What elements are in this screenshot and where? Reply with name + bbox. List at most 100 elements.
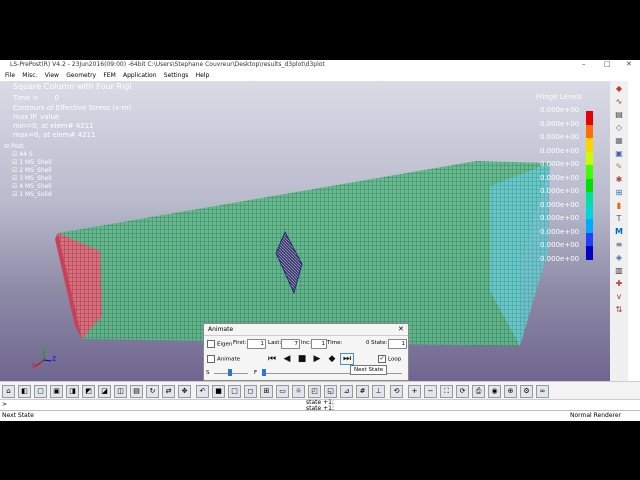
console-prompt: > xyxy=(2,401,8,408)
part-item[interactable]: ☑ 1 MS_Shell xyxy=(4,159,52,167)
dialog-close-button[interactable]: ✕ xyxy=(398,325,404,333)
tool-icon[interactable]: ✎ xyxy=(612,161,626,173)
close-button[interactable]: ✕ xyxy=(626,60,632,68)
first-field[interactable]: 1 xyxy=(247,339,266,349)
fit-icon[interactable]: ⛶ xyxy=(440,385,453,398)
normals-icon[interactable]: ⊿ xyxy=(340,385,353,398)
menu-settings[interactable]: Settings xyxy=(164,71,189,81)
label-icon[interactable]: # xyxy=(356,385,369,398)
prev-state-button[interactable]: ◀ xyxy=(281,354,293,364)
bottom-toolbar: ⌂ ◧ ▢ ▣ ◨ ◩ ◪ ◫ ▤ ↻ ⇄ ✥ ↶ ■ □ ◻ ⊞ ▭ ☼ ◰ … xyxy=(0,381,640,400)
pan-icon[interactable]: ✥ xyxy=(178,385,191,398)
speed-slider-handle[interactable] xyxy=(228,369,232,376)
fringe-swatch xyxy=(586,151,593,165)
reset-icon[interactable]: ⟲ xyxy=(390,385,403,398)
loop-check[interactable]: ✓ xyxy=(378,355,386,363)
minimize-button[interactable]: – xyxy=(582,60,586,68)
first-state-button[interactable]: ⏮ xyxy=(266,354,278,364)
side-view-icon[interactable]: ◨ xyxy=(66,385,79,398)
part-item[interactable]: ☑ 44 S xyxy=(4,151,52,159)
iso-view-icon[interactable]: ◧ xyxy=(18,385,31,398)
min-value-label: min=0, at elem# 4211 xyxy=(13,122,94,130)
eigen-checkbox[interactable]: Eigen xyxy=(207,340,232,348)
top-view-icon[interactable]: ▣ xyxy=(50,385,63,398)
time-value: 0 xyxy=(54,94,59,102)
star-icon[interactable]: ✱ xyxy=(612,174,626,186)
animate-checkbox[interactable]: Animate xyxy=(207,355,240,363)
state-field[interactable]: 1 xyxy=(388,339,407,349)
vertical-scrollbar[interactable] xyxy=(628,81,640,381)
front-view-icon[interactable]: ▢ xyxy=(34,385,47,398)
print-icon[interactable]: ⎙ xyxy=(472,385,485,398)
home-icon[interactable]: ⌂ xyxy=(2,385,15,398)
model-icon[interactable]: ◆ xyxy=(612,83,626,95)
layers-icon[interactable]: ≡ xyxy=(612,239,626,251)
refresh-icon[interactable]: ⟳ xyxy=(456,385,469,398)
fringe-icon[interactable]: ▮ xyxy=(612,200,626,212)
box-icon[interactable]: ▣ xyxy=(612,148,626,160)
state-slider-handle[interactable] xyxy=(262,369,266,376)
globe-icon[interactable]: ⊕ xyxy=(504,385,517,398)
maximize-button[interactable]: □ xyxy=(604,60,611,68)
undo-icon[interactable]: ↶ xyxy=(196,385,209,398)
settings-icon[interactable]: ⚙ xyxy=(520,385,533,398)
camera-icon[interactable]: ◉ xyxy=(488,385,501,398)
part-item-label: 3 MS_Shell xyxy=(19,175,52,182)
inc-field[interactable]: 1 xyxy=(311,339,327,349)
shape-icon[interactable]: ◇ xyxy=(612,122,626,134)
menu-application[interactable]: Application xyxy=(123,71,157,81)
curve-icon[interactable]: ∿ xyxy=(612,96,626,108)
fringe-value: 0.000e+00 xyxy=(540,146,580,155)
mesh-toggle-icon[interactable]: ⊞ xyxy=(260,385,273,398)
edge-icon[interactable]: ▭ xyxy=(276,385,289,398)
part-tree-root[interactable]: ⊟ Post xyxy=(4,143,52,151)
menu-geometry[interactable]: Geometry xyxy=(66,71,96,81)
light-icon[interactable]: ☼ xyxy=(292,385,305,398)
right-view-icon[interactable]: ◪ xyxy=(98,385,111,398)
inc-label: Inc: xyxy=(301,340,311,346)
menu-misc[interactable]: Misc. xyxy=(22,71,37,81)
bounce-button[interactable]: ◆ xyxy=(326,354,338,364)
hidden-icon[interactable]: ◻ xyxy=(244,385,257,398)
ms-icon[interactable]: M xyxy=(612,226,626,238)
menu-file[interactable]: File xyxy=(5,71,15,81)
stop-button[interactable]: ■ xyxy=(296,354,308,364)
animate-check[interactable] xyxy=(207,355,215,363)
mesh-icon[interactable]: ⊞ xyxy=(612,187,626,199)
vector-icon[interactable]: v xyxy=(612,291,626,303)
shrink-icon[interactable]: ◱ xyxy=(324,385,337,398)
menu-fem[interactable]: FEM xyxy=(103,71,115,81)
rotate-icon[interactable]: ↻ xyxy=(146,385,159,398)
mirror-icon[interactable]: ⇄ xyxy=(162,385,175,398)
link-icon[interactable]: ∞ xyxy=(536,385,549,398)
back-view-icon[interactable]: ◫ xyxy=(114,385,127,398)
wire-icon[interactable]: □ xyxy=(228,385,241,398)
zoom-in-icon[interactable]: + xyxy=(408,385,421,398)
table-icon[interactable]: ▥ xyxy=(612,265,626,277)
menu-help[interactable]: Help xyxy=(196,71,210,81)
feature-icon[interactable]: ◰ xyxy=(308,385,321,398)
play-button[interactable]: ▶ xyxy=(311,354,323,364)
ruler-icon[interactable]: ⊥ xyxy=(372,385,385,398)
part-item[interactable]: ☑ 4 MS_Shell xyxy=(4,183,52,191)
part-icon[interactable]: ◈ xyxy=(612,252,626,264)
part-item[interactable]: ☑ 3 MS_Shell xyxy=(4,175,52,183)
sign-icon[interactable]: ▤ xyxy=(612,109,626,121)
bottom-view-icon[interactable]: ▤ xyxy=(130,385,143,398)
last-field[interactable]: 7 xyxy=(281,339,300,349)
left-view-icon[interactable]: ◩ xyxy=(82,385,95,398)
part-item[interactable]: ☑ 1 MS_Solid xyxy=(4,191,52,199)
zoom-out-icon[interactable]: − xyxy=(424,385,437,398)
part-item[interactable]: ☑ 2 MS_Shell xyxy=(4,167,52,175)
loop-checkbox[interactable]: ✓ Loop xyxy=(378,355,401,363)
arrow-icon[interactable]: ⇅ xyxy=(612,304,626,316)
eigen-check[interactable] xyxy=(207,340,215,348)
fringe-swatch xyxy=(586,124,593,138)
shaded-icon[interactable]: ■ xyxy=(212,385,225,398)
grid-icon[interactable]: ▦ xyxy=(612,135,626,147)
menu-view[interactable]: View xyxy=(45,71,59,81)
part-item-label: 44 S xyxy=(19,151,33,158)
xy-plot-icon[interactable]: ✚ xyxy=(612,278,626,290)
next-state-button[interactable]: ⏭ xyxy=(340,353,354,365)
text-icon[interactable]: T xyxy=(612,213,626,225)
